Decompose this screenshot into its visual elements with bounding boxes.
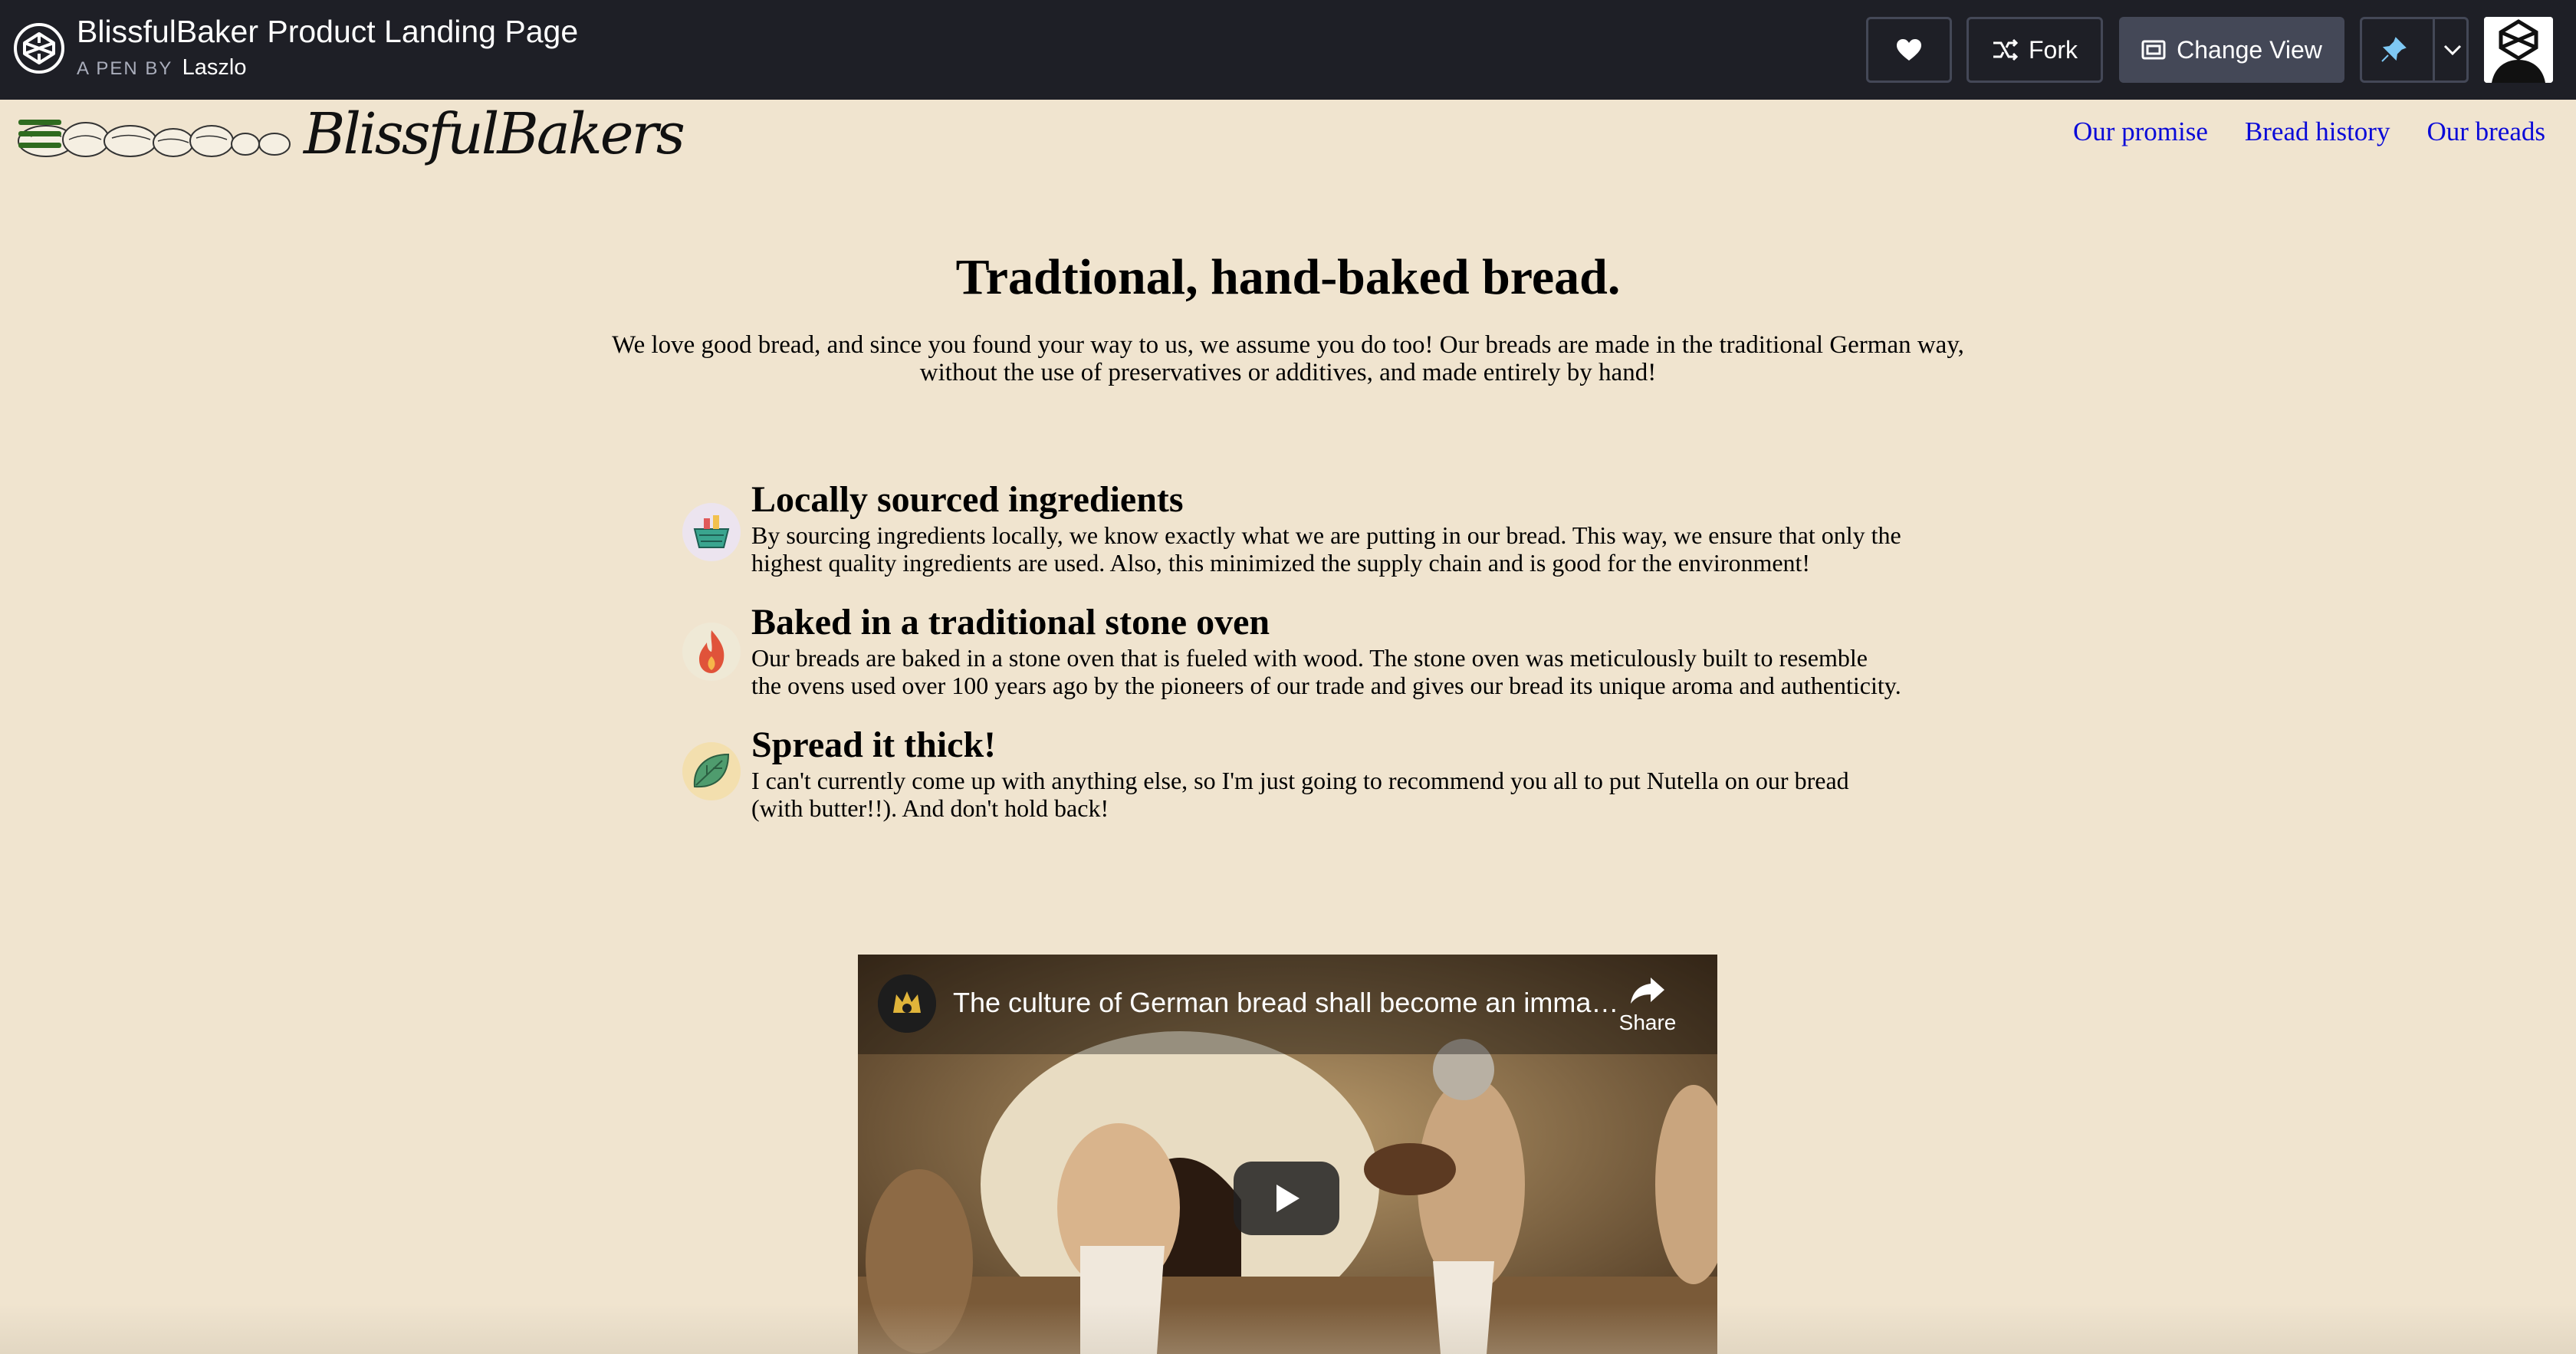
- like-button[interactable]: [1866, 17, 1952, 83]
- menu-icon[interactable]: [18, 120, 61, 153]
- chevron-down-icon[interactable]: [2442, 39, 2463, 61]
- heart-icon: [1897, 39, 1921, 61]
- hero-text: We love good bread, and since you found …: [612, 331, 1964, 386]
- share-button[interactable]: Share: [1617, 974, 1678, 1035]
- share-label: Share: [1618, 1011, 1677, 1034]
- video-player[interactable]: The culture of German bread shall become…: [858, 955, 1717, 1354]
- play-icon: [1276, 1185, 1300, 1212]
- change-view-icon: [2141, 40, 2166, 60]
- feature-text: By sourcing ingredients locally, we know…: [751, 521, 1901, 577]
- nav-link-our-promise[interactable]: Our promise: [2073, 117, 2208, 147]
- share-icon: [1631, 978, 1664, 1004]
- feature-title: Locally sourced ingredients: [751, 479, 1184, 520]
- codepen-logo-icon[interactable]: [14, 23, 64, 74]
- fork-icon: [1993, 38, 2018, 61]
- feature-title: Spread it thick!: [751, 725, 997, 765]
- pen-byline: A PEN BY Laszlo: [77, 55, 246, 81]
- fire-icon: [682, 623, 741, 681]
- feature-title: Baked in a traditional stone oven: [751, 602, 1270, 642]
- main-nav: Our promise Bread history Our breads: [2073, 117, 2545, 147]
- pin-button[interactable]: [2360, 17, 2469, 83]
- play-button[interactable]: [1234, 1162, 1339, 1235]
- change-view-label: Change View: [2177, 35, 2322, 64]
- pen-title: BlissfulBaker Product Landing Page: [77, 14, 579, 49]
- feature-text: I can't currently come up with anything …: [751, 767, 1849, 822]
- fork-button[interactable]: Fork: [1967, 17, 2103, 83]
- author-link[interactable]: Laszlo: [182, 55, 247, 80]
- nav-link-our-breads[interactable]: Our breads: [2426, 117, 2545, 147]
- nav-link-bread-history[interactable]: Bread history: [2245, 117, 2390, 147]
- pin-divider: [2433, 19, 2435, 81]
- pin-icon: [2381, 37, 2407, 62]
- hero-title: Tradtional, hand-baked bread.: [955, 249, 1621, 305]
- change-view-button[interactable]: Change View: [2119, 17, 2344, 83]
- site-header: BlissfulBakers Our promise Bread history…: [0, 100, 2576, 173]
- channel-avatar[interactable]: [878, 974, 936, 1033]
- byline-label: A PEN BY: [77, 58, 172, 79]
- brand-logo[interactable]: BlissfulBakers: [304, 101, 685, 167]
- video-title[interactable]: The culture of German bread shall become…: [953, 987, 1618, 1019]
- user-avatar[interactable]: [2484, 17, 2553, 83]
- feature-text: Our breads are baked in a stone oven tha…: [751, 644, 1901, 699]
- fork-label: Fork: [2029, 35, 2078, 64]
- leaf-icon: [682, 742, 741, 800]
- codepen-topbar: BlissfulBaker Product Landing Page A PEN…: [0, 0, 2576, 100]
- basket-icon: [682, 503, 741, 561]
